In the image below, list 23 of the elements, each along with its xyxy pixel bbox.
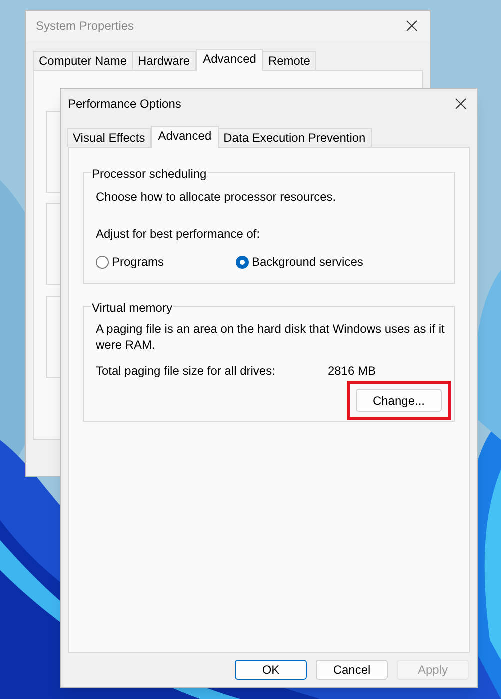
size-label: Total paging file size for all drives: — [96, 363, 276, 380]
dialog-button[interactable]: OK — [235, 660, 307, 680]
radio-button[interactable] — [96, 256, 109, 268]
close-icon[interactable] — [406, 20, 418, 32]
tab[interactable]: Advanced — [196, 49, 264, 71]
tab[interactable]: Data Execution Prevention — [218, 128, 372, 147]
radio-button[interactable] — [236, 256, 249, 268]
size-value: 2816 MB — [328, 363, 376, 380]
description-text: A paging file is an area on the hard disk that Windows uses as if it were RAM. — [96, 321, 446, 353]
radio-option[interactable]: Programs — [96, 253, 212, 271]
radio-option[interactable]: Background services — [236, 253, 364, 271]
tab[interactable]: Computer Name — [33, 51, 134, 70]
close-icon[interactable] — [455, 98, 467, 110]
dialog-button[interactable]: Cancel — [316, 660, 388, 680]
tab[interactable]: Remote — [262, 51, 316, 70]
window-title: System Properties — [36, 18, 134, 35]
tab[interactable]: Advanced — [151, 126, 219, 148]
dialog-title: Performance Options — [68, 96, 182, 112]
tab[interactable]: Visual Effects — [67, 128, 152, 147]
prompt-text: Adjust for best performance of: — [96, 226, 262, 243]
tab[interactable]: Hardware — [132, 51, 196, 70]
change-button[interactable]: Change... — [356, 389, 442, 412]
description-text: Choose how to allocate processor resources. — [96, 189, 338, 206]
